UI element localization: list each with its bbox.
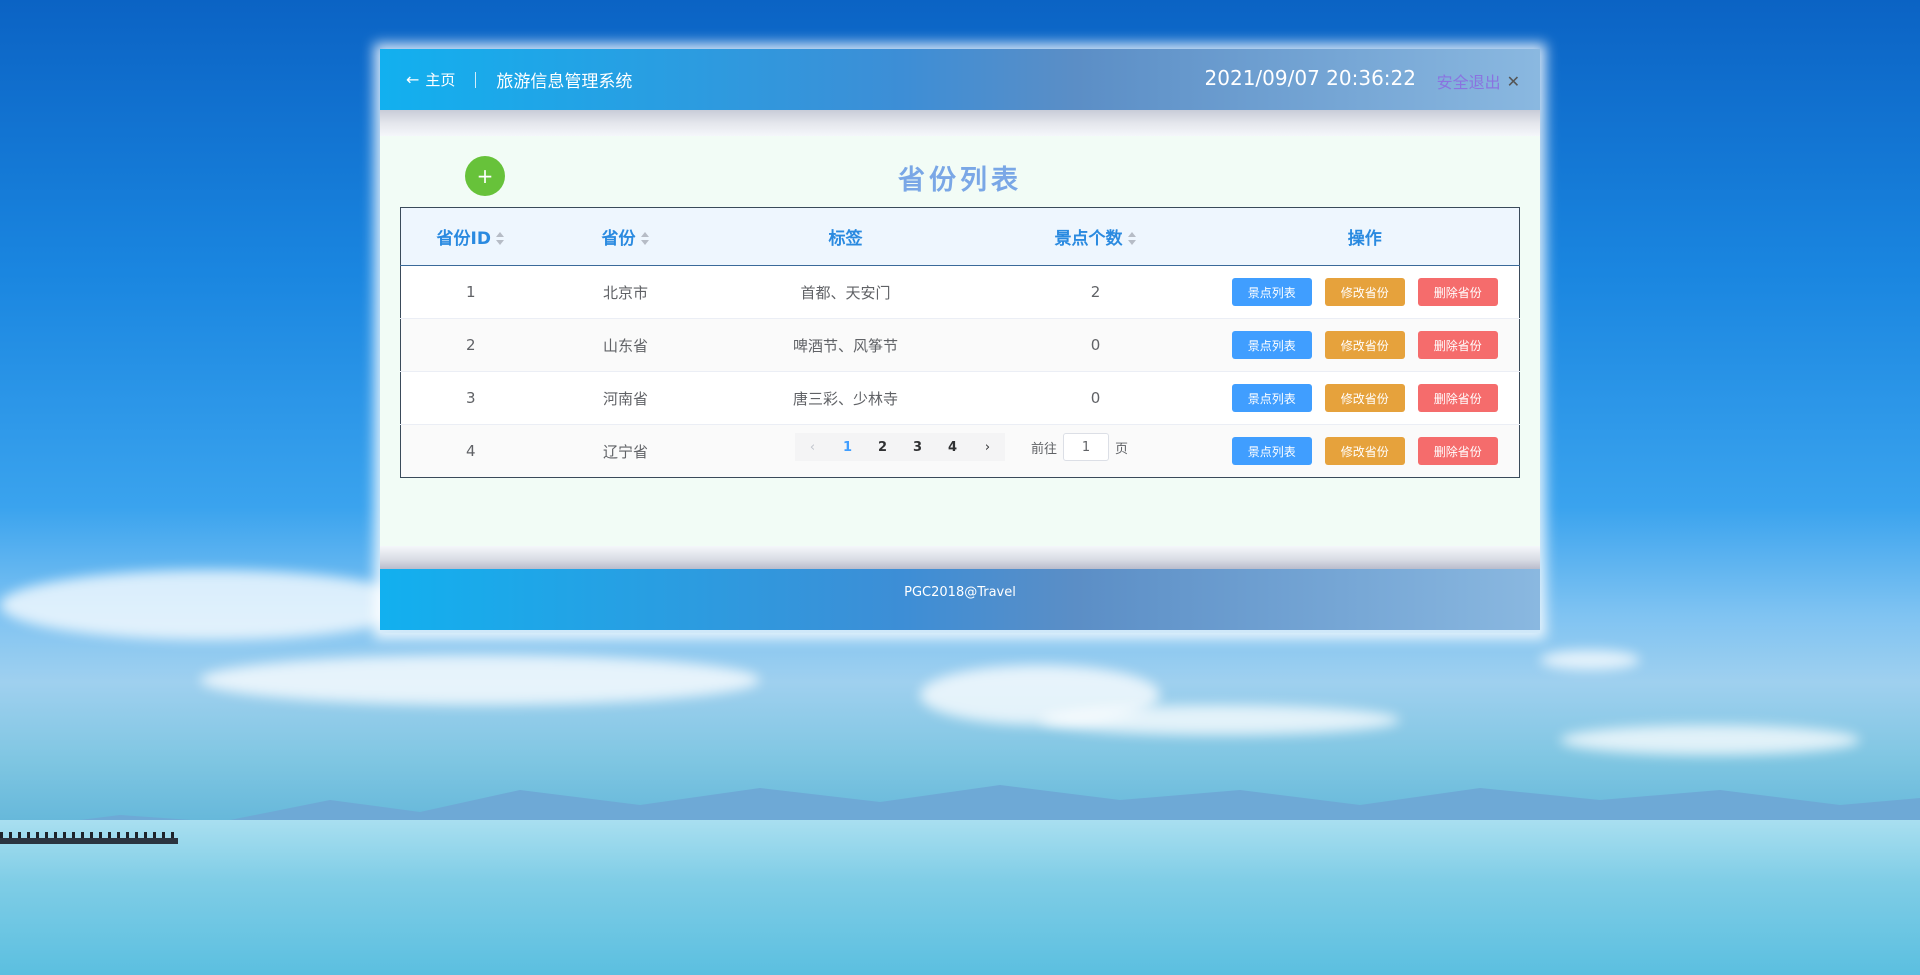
cell-id: 4	[465, 442, 476, 460]
cell-id: 1	[465, 283, 476, 301]
column-header-province[interactable]: 省份	[541, 208, 711, 266]
footer-text: PGC2018@Travel	[904, 585, 1016, 600]
page-3[interactable]: 3	[900, 440, 935, 455]
page-2[interactable]: 2	[865, 440, 900, 455]
spot-list-button[interactable]: 景点列表	[1231, 331, 1312, 359]
prev-page-icon[interactable]: ‹	[795, 440, 830, 455]
background-lake	[0, 820, 1920, 975]
home-label: 主页	[425, 71, 456, 89]
content-area: + 省份列表 省份ID 省份 标签 景点个数 操作 1 北京市 首都、天安门 2	[380, 136, 1540, 546]
cell-actions: 景点列表 修改省份 删除省份	[1211, 266, 1520, 319]
cell-actions: 景点列表 修改省份 删除省份	[1211, 372, 1520, 425]
system-title: 旅游信息管理系统	[496, 72, 633, 92]
cell-province: 辽宁省	[602, 442, 648, 461]
column-header-actions: 操作	[1347, 229, 1382, 249]
spot-list-button[interactable]: 景点列表	[1231, 278, 1312, 306]
table-row: 2 山东省 啤酒节、风筝节 0 景点列表 修改省份 删除省份	[400, 318, 1520, 372]
cell-actions: 景点列表 修改省份 删除省份	[1211, 319, 1520, 372]
footer-shadow-band	[380, 546, 1540, 569]
goto-suffix: 页	[1115, 441, 1129, 457]
background-pier	[0, 838, 178, 844]
arrow-left-icon: ←	[406, 70, 420, 89]
cell-count: 0	[1090, 336, 1101, 354]
background-cloud	[0, 570, 420, 640]
cell-actions: 景点列表 修改省份 删除省份	[1211, 425, 1520, 478]
cell-province: 北京市	[602, 283, 648, 302]
goto-page-input[interactable]	[1063, 433, 1110, 461]
background-cloud	[1040, 705, 1400, 735]
header-shadow-band	[380, 110, 1540, 136]
background-cloud	[1560, 725, 1860, 755]
background-cloud	[1540, 650, 1640, 670]
delete-province-button[interactable]: 删除省份	[1417, 331, 1498, 359]
edit-province-button[interactable]: 修改省份	[1324, 278, 1405, 306]
column-header-count[interactable]: 景点个数	[981, 208, 1211, 266]
logout-button[interactable]: 安全退出 ✕	[1437, 69, 1520, 93]
cell-tags: 唐三彩、少林寺	[792, 389, 898, 408]
cell-count: 2	[1090, 283, 1101, 301]
page-4[interactable]: 4	[935, 440, 970, 455]
cell-province: 河南省	[602, 389, 648, 408]
pagination: ‹ 1 2 3 4 › 前往 页	[795, 433, 1128, 461]
delete-province-button[interactable]: 删除省份	[1417, 437, 1498, 465]
edit-province-button[interactable]: 修改省份	[1324, 437, 1405, 465]
spot-list-button[interactable]: 景点列表	[1231, 384, 1312, 412]
cell-id: 2	[465, 336, 476, 354]
home-back-button[interactable]: ← 主页	[406, 69, 455, 90]
edit-province-button[interactable]: 修改省份	[1324, 384, 1405, 412]
edit-province-button[interactable]: 修改省份	[1324, 331, 1405, 359]
header-divider	[475, 71, 477, 88]
sort-icon[interactable]	[495, 232, 505, 246]
pagination-pages: ‹ 1 2 3 4 ›	[795, 433, 1005, 461]
cell-tags: 首都、天安门	[800, 283, 891, 302]
main-panel: ← 主页 旅游信息管理系统 2021/09/07 20:36:22 安全退出 ✕…	[380, 49, 1540, 633]
page-title: 省份列表	[898, 165, 1022, 196]
cell-province: 山东省	[602, 336, 648, 355]
spot-list-button[interactable]: 景点列表	[1231, 437, 1312, 465]
datetime-display: 2021/09/07 20:36:22	[1204, 66, 1416, 90]
page-1[interactable]: 1	[830, 440, 865, 455]
delete-province-button[interactable]: 删除省份	[1417, 384, 1498, 412]
close-icon: ✕	[1506, 71, 1520, 91]
delete-province-button[interactable]: 删除省份	[1417, 278, 1498, 306]
goto-prefix: 前往	[1031, 441, 1058, 457]
sort-icon[interactable]	[640, 232, 650, 246]
background-cloud	[200, 655, 760, 705]
next-page-icon[interactable]: ›	[970, 440, 1005, 455]
column-header-tags: 标签	[828, 229, 863, 249]
footer: PGC2018@Travel	[380, 569, 1540, 630]
cell-count: 0	[1090, 389, 1101, 407]
page-jumper: 前往 页	[1031, 433, 1128, 461]
cell-id: 3	[465, 389, 476, 407]
table-row: 3 河南省 唐三彩、少林寺 0 景点列表 修改省份 删除省份	[400, 372, 1520, 425]
column-header-id[interactable]: 省份ID	[401, 208, 541, 266]
table-row: 1 北京市 首都、天安门 2 景点列表 修改省份 删除省份	[400, 266, 1520, 319]
top-header: ← 主页 旅游信息管理系统 2021/09/07 20:36:22 安全退出 ✕	[380, 49, 1540, 110]
sort-icon[interactable]	[1127, 232, 1137, 246]
cell-tags: 啤酒节、风筝节	[792, 336, 898, 355]
logout-label: 安全退出	[1436, 73, 1501, 92]
table-header-row: 省份ID 省份 标签 景点个数 操作	[400, 207, 1520, 266]
